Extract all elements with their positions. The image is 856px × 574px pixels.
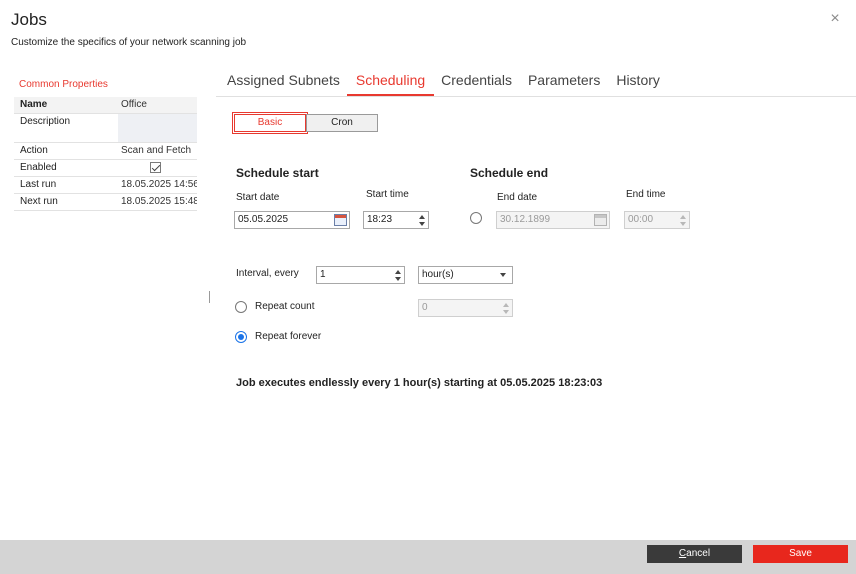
property-key: Action [20, 145, 48, 156]
interval-unit-value: hour(s) [422, 269, 454, 280]
property-key: Name [20, 99, 48, 110]
tab-scheduling[interactable]: Scheduling [346, 72, 435, 96]
spinner-icon[interactable] [394, 268, 402, 282]
schedule-end-title: Schedule end [470, 166, 549, 180]
repeat-count-label[interactable]: Repeat count [255, 301, 315, 312]
end-time-label: End time [626, 189, 666, 200]
properties-grid: Name Office Description Action Scan and … [14, 97, 197, 211]
property-value[interactable]: Scan and Fetch [118, 143, 197, 159]
repeat-forever-label[interactable]: Repeat forever [255, 331, 321, 342]
property-value: 18.05.2025 14:56 [121, 179, 197, 190]
property-row-name[interactable]: Name Office [14, 97, 197, 114]
property-key: Description [20, 116, 71, 127]
property-key: Enabled [20, 162, 57, 173]
tab-history[interactable]: History [616, 72, 660, 96]
start-date-label: Start date [236, 192, 280, 203]
repeat-forever-radio[interactable] [235, 331, 247, 343]
cancel-label: ancel [686, 548, 711, 559]
start-time-input[interactable]: 18:23 [363, 211, 429, 229]
property-row-description[interactable]: Description [14, 114, 197, 143]
cron-mode-button[interactable]: Cron [306, 114, 378, 132]
interval-input[interactable]: 1 [316, 266, 405, 284]
start-date-value: 05.05.2025 [238, 214, 289, 225]
tab-bar: Assigned Subnets Scheduling Credentials … [227, 72, 676, 96]
repeat-count-value: 0 [422, 302, 428, 313]
property-value[interactable] [118, 114, 197, 142]
chevron-down-icon[interactable] [500, 273, 506, 277]
tab-parameters[interactable]: Parameters [528, 72, 600, 96]
tab-credentials[interactable]: Credentials [441, 72, 512, 96]
start-time-value: 18:23 [367, 214, 393, 225]
interval-unit-select[interactable]: hour(s) [418, 266, 513, 284]
schedule-end-radio[interactable] [470, 212, 482, 224]
calendar-icon[interactable] [334, 214, 347, 226]
schedule-start-title: Schedule start [236, 166, 319, 180]
end-date-input[interactable]: 30.12.1899 [496, 211, 610, 229]
spinner-icon [502, 301, 510, 315]
common-properties-label: Common Properties [19, 79, 108, 90]
end-time-value: 00:00 [628, 214, 654, 225]
schedule-summary: Job executes endlessly every 1 hour(s) s… [236, 377, 603, 389]
property-key: Last run [20, 179, 57, 190]
end-date-label: End date [497, 192, 538, 203]
dialog-subtitle: Customize the specifics of your network … [11, 37, 247, 48]
cancel-button[interactable]: Cancel [647, 545, 742, 563]
save-button[interactable]: Save [753, 545, 848, 563]
property-row-enabled[interactable]: Enabled [14, 160, 197, 177]
repeat-count-radio[interactable] [235, 301, 247, 313]
schedule-mode-toggle: Basic Cron [232, 112, 378, 134]
interval-value: 1 [320, 269, 326, 280]
panel-splitter[interactable] [209, 291, 210, 303]
enabled-checkbox[interactable] [150, 162, 161, 173]
tab-assigned-subnets[interactable]: Assigned Subnets [227, 72, 340, 96]
interval-label: Interval, every [236, 268, 299, 279]
end-time-input[interactable]: 00:00 [624, 211, 690, 229]
dialog-title: Jobs [11, 10, 47, 29]
start-time-label: Start time [366, 189, 409, 200]
spinner-icon[interactable] [418, 213, 426, 227]
property-value: 18.05.2025 15:48 [121, 196, 197, 207]
close-icon[interactable]: × [828, 11, 842, 27]
tab-underline [216, 96, 856, 97]
property-row-last-run[interactable]: Last run 18.05.2025 14:56 [14, 177, 197, 194]
property-key: Next run [20, 196, 58, 207]
property-row-action[interactable]: Action Scan and Fetch [14, 143, 197, 160]
calendar-icon [594, 214, 607, 226]
spinner-icon [679, 213, 687, 227]
repeat-count-input[interactable]: 0 [418, 299, 513, 317]
start-date-input[interactable]: 05.05.2025 [234, 211, 350, 229]
basic-mode-button[interactable]: Basic [232, 112, 308, 134]
end-date-value: 30.12.1899 [500, 214, 551, 225]
property-row-next-run[interactable]: Next run 18.05.2025 15:48 [14, 194, 197, 211]
property-value[interactable]: Office [118, 97, 197, 113]
